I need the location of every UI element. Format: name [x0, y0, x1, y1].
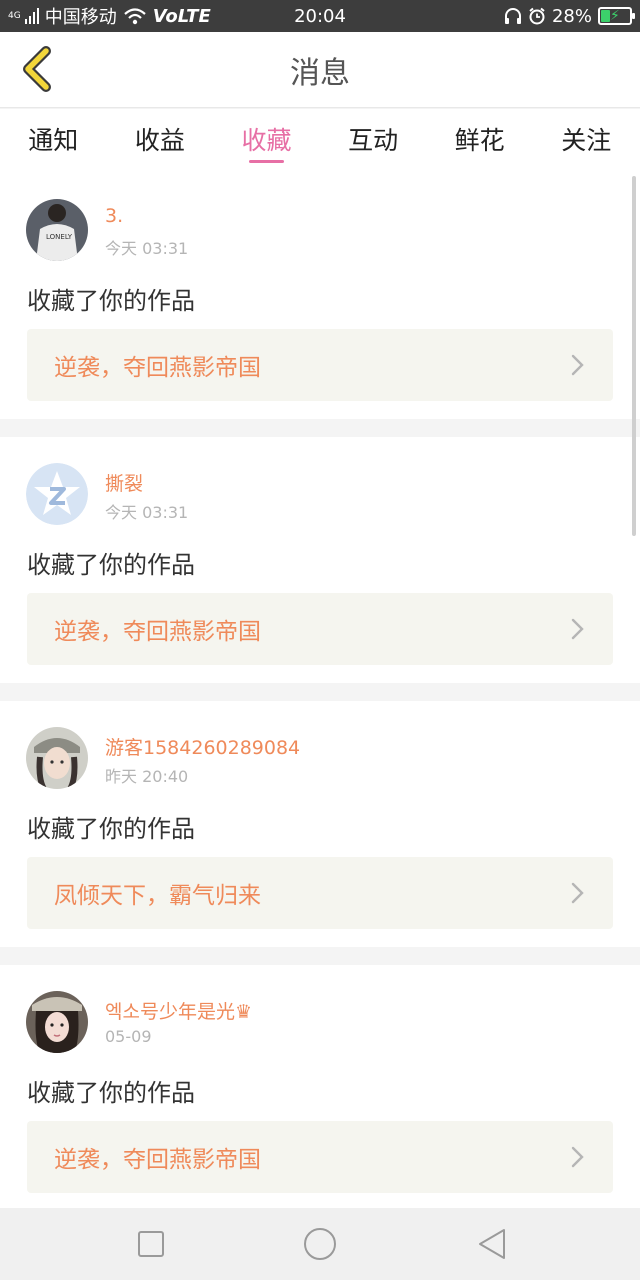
work-title: 逆袭，夺回燕影帝国 [54, 355, 261, 381]
work-title: 凤倾天下，霸气归来 [54, 883, 261, 909]
recent-apps-button[interactable] [133, 1226, 169, 1262]
username[interactable]: 撕裂 [105, 469, 143, 496]
tab-following[interactable]: 关注 [533, 109, 640, 173]
message-card: LONELY 3. 今天 03:31 收藏了你的作品 逆袭，夺回燕影帝国 [0, 173, 640, 419]
svg-text:LONELY: LONELY [46, 233, 73, 241]
avatar[interactable] [26, 463, 88, 525]
timestamp: 今天 03:31 [105, 239, 189, 258]
avatar[interactable] [26, 727, 88, 789]
category-tabs: 通知 收益 收藏 互动 鲜花 关注 [0, 109, 640, 173]
circle-icon [304, 1228, 336, 1260]
clock: 20:04 [294, 5, 346, 27]
timestamp: 05-09 [105, 1027, 152, 1046]
work-link[interactable]: 逆袭，夺回燕影帝国 [27, 329, 613, 401]
work-link[interactable]: 逆袭，夺回燕影帝国 [27, 1121, 613, 1193]
chevron-right-icon [571, 882, 584, 904]
message-card: 撕裂 今天 03:31 收藏了你的作品 逆袭，夺回燕影帝国 [0, 437, 640, 683]
tab-earnings[interactable]: 收益 [107, 109, 214, 173]
chevron-right-icon [571, 1146, 584, 1168]
signal-icon [24, 8, 39, 24]
page-title: 消息 [290, 56, 350, 91]
message-list: LONELY 3. 今天 03:31 收藏了你的作品 逆袭，夺回燕影帝国 撕裂 … [0, 173, 640, 1229]
carrier-name: 中国移动 [44, 7, 117, 28]
status-bar: 4G 中国移动 VoLTE 20:04 28% ⚡ [0, 0, 640, 32]
avatar[interactable]: LONELY [26, 199, 88, 261]
avatar[interactable] [26, 991, 88, 1053]
work-title: 逆袭，夺回燕影帝国 [54, 1147, 261, 1173]
username[interactable]: 3. [105, 205, 123, 227]
action-text: 收藏了你的作品 [27, 1079, 195, 1107]
work-link[interactable]: 凤倾天下，霸气归来 [27, 857, 613, 929]
message-card: 엑소号少年是光♛ 05-09 收藏了你的作品 逆袭，夺回燕影帝国 [0, 965, 640, 1211]
system-nav-bar [0, 1208, 640, 1280]
battery-icon: ⚡ [598, 7, 635, 25]
volte-indicator: VoLTE [152, 5, 211, 27]
home-button[interactable] [302, 1226, 338, 1262]
square-icon [138, 1231, 164, 1257]
battery-percent: 28% [551, 5, 592, 27]
username[interactable]: 엑소号少年是光♛ [105, 997, 252, 1024]
status-left: 4G 中国移动 VoLTE [8, 0, 211, 32]
tab-notifications[interactable]: 通知 [0, 109, 107, 173]
timestamp: 今天 03:31 [105, 503, 189, 522]
action-text: 收藏了你的作品 [27, 287, 195, 315]
action-text: 收藏了你的作品 [27, 815, 195, 843]
tab-favorites[interactable]: 收藏 [213, 109, 320, 173]
message-card: 游客1584260289084 昨天 20:40 收藏了你的作品 凤倾天下，霸气… [0, 701, 640, 947]
status-right: 28% ⚡ [504, 0, 635, 32]
network-type: 4G [8, 10, 21, 21]
wifi-icon [123, 8, 146, 25]
triangle-back-icon [479, 1229, 505, 1259]
alarm-icon [529, 7, 545, 25]
chevron-right-icon [571, 618, 584, 640]
back-nav-button[interactable] [474, 1226, 510, 1262]
work-title: 逆袭，夺回燕影帝国 [54, 619, 261, 645]
username[interactable]: 游客1584260289084 [105, 733, 300, 760]
headphones-icon [504, 8, 521, 24]
action-text: 收藏了你的作品 [27, 551, 195, 579]
tab-flowers[interactable]: 鲜花 [426, 109, 533, 173]
work-link[interactable]: 逆袭，夺回燕影帝国 [27, 593, 613, 665]
timestamp: 昨天 20:40 [105, 767, 189, 786]
scrollbar[interactable] [632, 176, 636, 536]
tab-interactions[interactable]: 互动 [320, 109, 427, 173]
chevron-right-icon [571, 354, 584, 376]
app-header: 消息 [0, 32, 640, 108]
